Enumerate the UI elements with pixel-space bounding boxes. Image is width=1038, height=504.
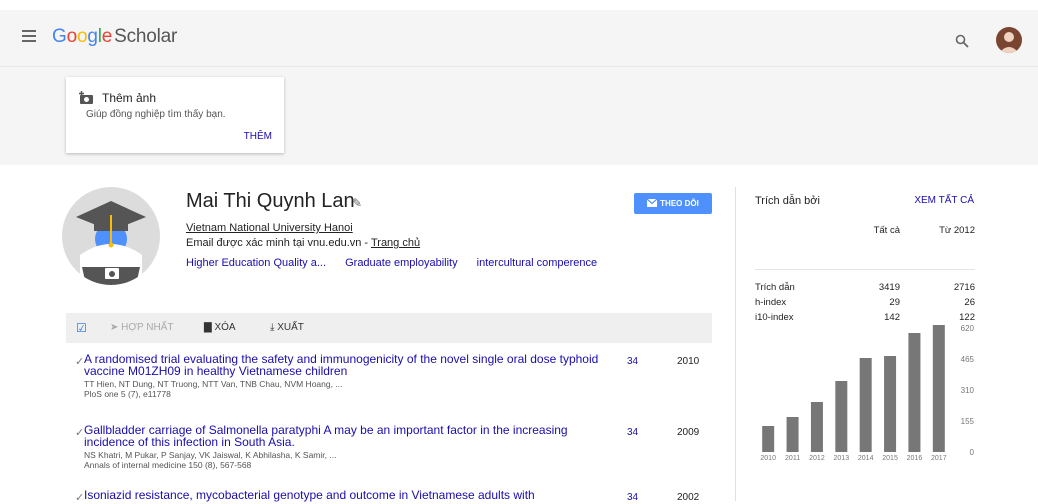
chart-y-tick: 620	[961, 324, 975, 333]
article-source: PloS one 5 (7), e11778	[84, 389, 171, 399]
column-divider	[735, 187, 736, 501]
follow-label: THEO DÕI	[660, 199, 699, 208]
chart-bar-2014[interactable]	[859, 358, 872, 452]
logo-letter: o	[76, 26, 88, 47]
col-all-header: Tất cả	[873, 225, 900, 236]
cited-by-title: Trích dẫn bởi	[755, 195, 820, 207]
profile-email: Email được xác minh tại vnu.edu.vn - Tra…	[186, 237, 420, 249]
chart-bar-2016[interactable]	[908, 333, 921, 452]
profile-picture[interactable]	[62, 187, 160, 285]
chart-x-label: 2012	[809, 455, 825, 462]
view-all-link[interactable]: XEM TẤT CẢ	[914, 195, 974, 206]
stats-row: Trích dẫn 3419 2716	[755, 282, 975, 294]
article-checkbox[interactable]: ✓	[75, 355, 84, 368]
add-photo-card: Thêm ảnh Giúp đồng nghiệp tìm thấy bạn. …	[66, 77, 284, 153]
interest-link-2[interactable]: intercultural comperence	[477, 257, 597, 269]
logo-google-text: Google	[52, 26, 112, 47]
merge-label: HỢP NHẤT	[121, 322, 174, 333]
stats-label[interactable]: h-index	[755, 297, 786, 308]
menu-icon[interactable]	[22, 30, 36, 42]
chart-y-tick: 0	[970, 448, 975, 457]
article-year: 2010	[677, 356, 700, 367]
add-photo-title: Thêm ảnh	[102, 91, 157, 105]
browser-top-strip	[0, 0, 1038, 10]
col-since-header: Từ 2012	[939, 225, 975, 236]
article-checkbox[interactable]: ✓	[75, 426, 84, 439]
avatar-person-icon	[999, 32, 1019, 53]
articles-toolbar: ☑ ➤ HỢP NHẤT ▇ XÓA ⤓ XUẤT	[66, 313, 712, 343]
stats-all: 3419	[878, 282, 900, 293]
add-photo-subtitle: Giúp đồng nghiệp tìm thấy bạn.	[86, 109, 226, 120]
chart-x-label: 2010	[760, 455, 776, 462]
app-header: Google Scholar	[0, 10, 1038, 67]
article-source: Annals of internal medicine 150 (8), 567…	[84, 460, 252, 470]
delete-button[interactable]: ▇ XÓA	[204, 322, 236, 333]
article-title[interactable]: Gallbladder carriage of Salmonella parat…	[84, 424, 612, 448]
chart-bar-2013[interactable]	[835, 381, 848, 452]
stats-label[interactable]: Trích dẫn	[755, 282, 795, 293]
chart-y-tick: 310	[961, 386, 975, 395]
logo-scholar-text: Scholar	[114, 26, 178, 47]
follow-button[interactable]: THEO DÕI	[634, 193, 712, 214]
article-year: 2009	[677, 427, 700, 438]
chart-x-label: 2016	[907, 455, 923, 462]
profile-name: Mai Thi Quynh Lan	[186, 190, 355, 212]
article-cited-count[interactable]: 34	[627, 492, 638, 503]
stats-separator	[755, 269, 975, 270]
chart-bar-2015[interactable]	[884, 356, 897, 452]
chart-x-label: 2011	[785, 455, 800, 462]
research-interests: Higher Education Quality a... Graduate e…	[186, 257, 613, 269]
article-authors: NS Khatri, M Pukar, P Sanjay, VK Jaiswal…	[84, 450, 337, 460]
article-authors: TT Hien, NT Dung, NT Truong, NTT Van, TN…	[84, 379, 343, 389]
stats-row: h-index 29 26	[755, 297, 975, 309]
interest-link-0[interactable]: Higher Education Quality a...	[186, 257, 326, 269]
stats-all: 29	[889, 297, 900, 308]
chart-bar-2012[interactable]	[810, 402, 823, 452]
search-icon[interactable]	[955, 34, 969, 48]
trash-icon: ▇	[204, 322, 212, 333]
add-photo-button[interactable]: THÊM	[244, 131, 272, 142]
chart-y-tick: 465	[961, 355, 975, 364]
citations-bar-chart: 2010 2011 2012 2013 2014 2015 2016 2017 620 465 31…	[760, 324, 975, 462]
chart-x-label: 2014	[858, 455, 874, 462]
delete-label: XÓA	[214, 322, 236, 333]
mail-icon	[646, 198, 658, 207]
logo-letter: g	[87, 26, 98, 47]
merge-button[interactable]: ➤ HỢP NHẤT	[110, 322, 173, 333]
article-cited-count[interactable]: 34	[627, 356, 638, 367]
profile-affiliation[interactable]: Vietnam National University Hanoi	[186, 222, 353, 234]
stats-since: 26	[964, 297, 975, 308]
chart-bar-2010[interactable]	[762, 426, 775, 452]
logo-letter: e	[101, 26, 113, 47]
chart-y-tick: 155	[961, 417, 975, 426]
export-button[interactable]: ⤓ XUẤT	[270, 322, 304, 333]
chart-bar-2017[interactable]	[932, 325, 945, 452]
chart-x-label: 2013	[834, 455, 850, 462]
article-year: 2002	[677, 492, 700, 503]
graduate-placeholder-icon	[76, 201, 146, 285]
article-title[interactable]: A randomised trial evaluating the safety…	[84, 353, 612, 377]
photo-banner: Thêm ảnh Giúp đồng nghiệp tìm thấy bạn. …	[0, 67, 1038, 165]
stats-since: 2716	[953, 282, 975, 293]
export-label: XUẤT	[277, 322, 304, 333]
google-scholar-logo[interactable]: Google Scholar	[52, 26, 177, 48]
user-avatar[interactable]	[996, 27, 1022, 53]
chart-x-label: 2015	[882, 455, 898, 462]
logo-letter: o	[66, 26, 78, 47]
stats-header-row: Tất cả Từ 2012	[755, 225, 975, 237]
interest-link-1[interactable]: Graduate employability	[345, 257, 458, 269]
download-icon: ⤓	[270, 322, 275, 333]
email-verified-text: Email được xác minh tại vnu.edu.vn -	[186, 237, 371, 249]
logo-letter: G	[52, 26, 67, 47]
add-photo-icon	[79, 91, 93, 104]
article-checkbox[interactable]: ✓	[75, 491, 84, 504]
article-cited-count[interactable]: 34	[627, 427, 638, 438]
edit-pencil-icon[interactable]: ✎	[352, 196, 362, 210]
merge-icon: ➤	[110, 322, 119, 333]
homepage-link[interactable]: Trang chủ	[371, 237, 420, 249]
select-all-checkbox[interactable]: ☑	[76, 321, 87, 335]
article-title[interactable]: Isoniazid resistance, mycobacterial geno…	[84, 489, 612, 501]
chart-x-label: 2017	[931, 455, 947, 462]
chart-bar-2011[interactable]	[786, 417, 799, 452]
